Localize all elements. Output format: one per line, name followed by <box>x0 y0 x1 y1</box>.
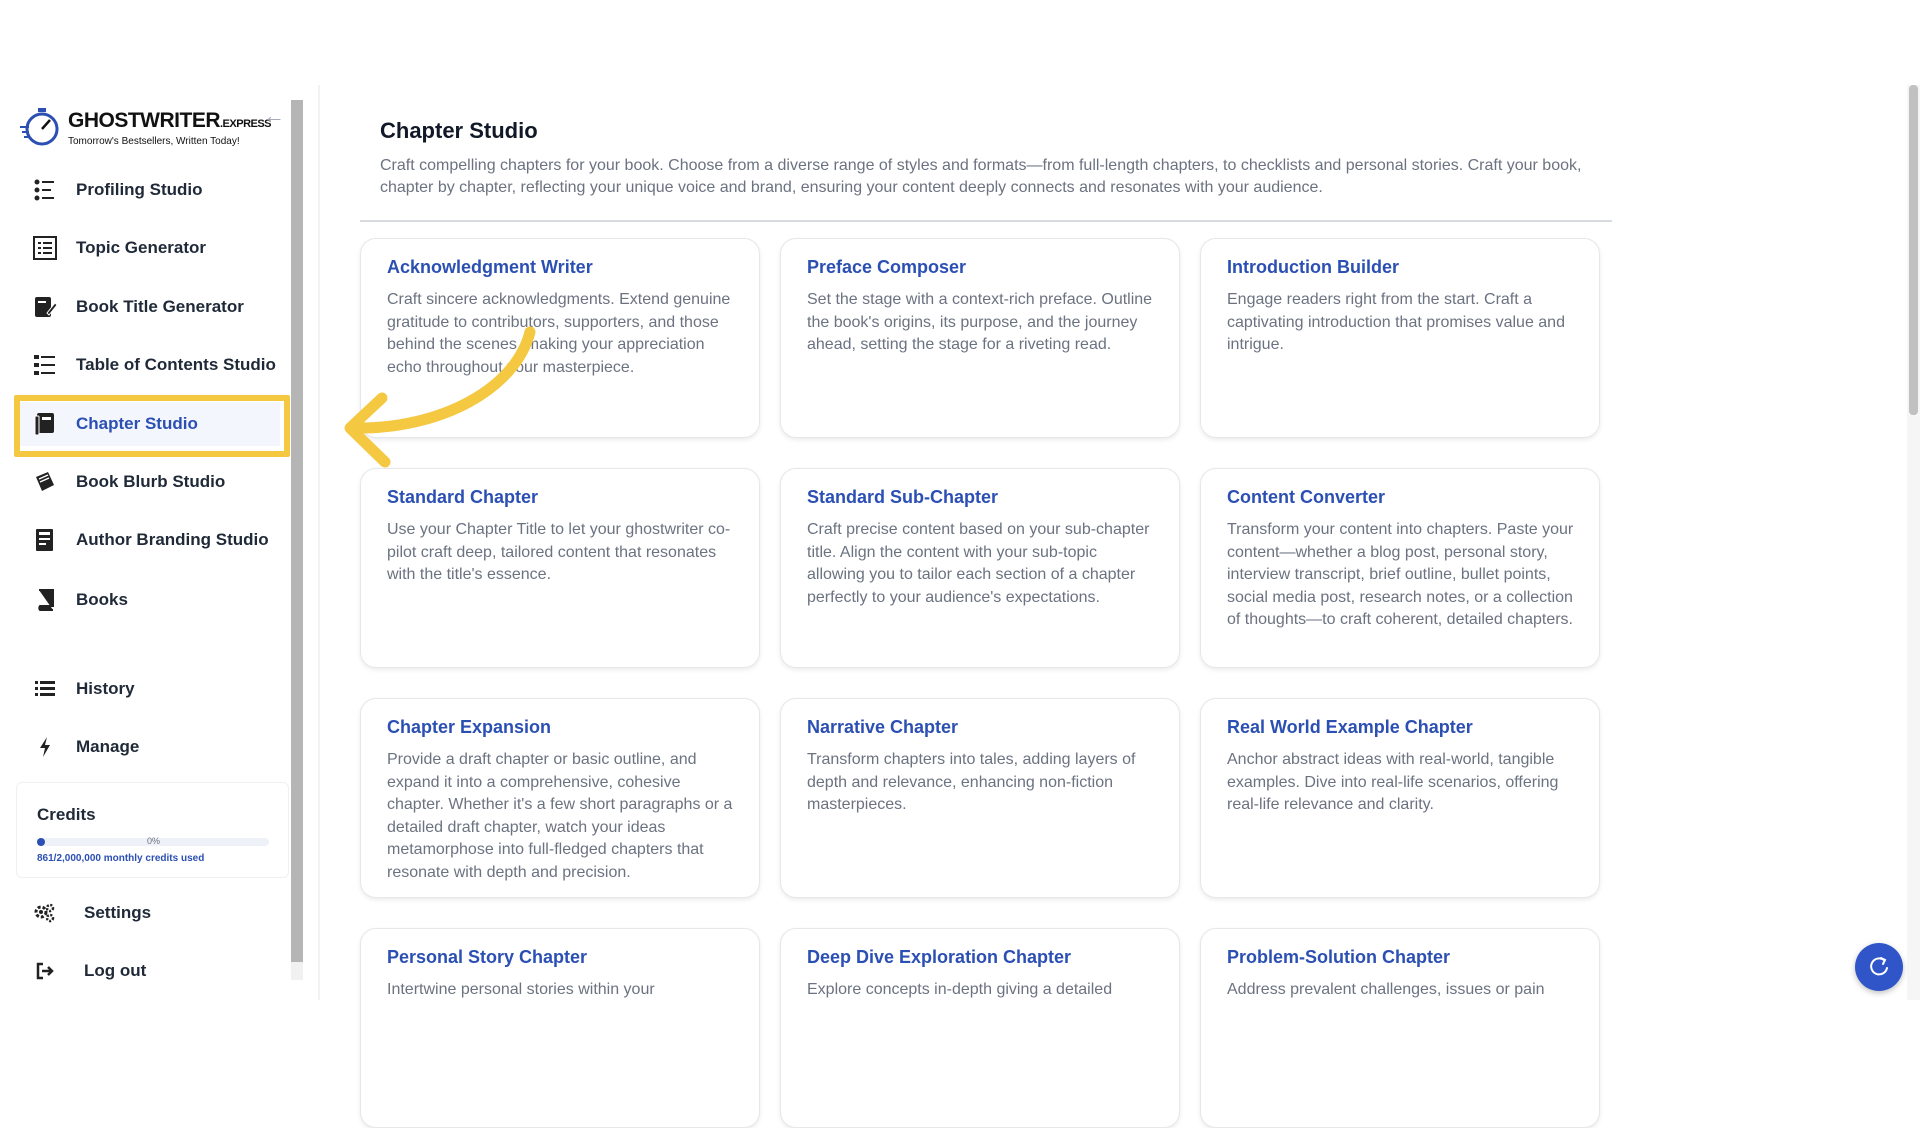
card-description: Transform chapters into tales, adding la… <box>807 751 1136 813</box>
sidebar-item-label: Manage <box>76 737 140 756</box>
sidebar-item-topic-generator[interactable]: Topic Generator <box>20 226 280 270</box>
sidebar-item-log-out[interactable]: Log out <box>20 949 280 993</box>
card-description: Engage readers right from the start. Cra… <box>1227 291 1565 353</box>
topic-icon <box>30 235 60 261</box>
credits-progress-fill <box>37 838 45 846</box>
sidebar-item-label: Log out <box>84 961 147 980</box>
card-description: Provide a draft chapter or basic outline… <box>387 751 733 881</box>
sidebar-item-label: Settings <box>84 903 152 922</box>
sidebar-scrollbar-thumb[interactable] <box>291 100 303 962</box>
main-scrollbar-thumb[interactable] <box>1909 85 1918 415</box>
sidebar-scrollbar[interactable] <box>291 100 303 980</box>
card-title: Real World Example Chapter <box>1227 717 1473 737</box>
sidebar-item-label: Author Branding Studio <box>76 530 269 549</box>
sidebar-item-profiling-studio[interactable]: Profiling Studio <box>20 168 280 212</box>
brand-tagline: Tomorrow's Bestsellers, Written Today! <box>68 136 240 147</box>
card-title: Narrative Chapter <box>807 717 959 737</box>
sidebar-item-books[interactable]: Books <box>20 578 280 622</box>
sidebar-item-table-of-contents-studio[interactable]: Table of Contents Studio <box>20 343 280 387</box>
sidebar-item-label: Table of Contents Studio <box>76 355 276 374</box>
sidebar-item-label: Book Title Generator <box>76 297 244 316</box>
credits-card: Credits 0% 861/2,000,000 monthly credits… <box>16 782 289 878</box>
credits-used-text: 861/2,000,000 monthly credits used <box>37 853 205 864</box>
feature-card[interactable]: Problem-Solution Chapter Address prevalen… <box>1200 928 1600 1128</box>
brand-logo[interactable]: GHOSTWRITER.EXPRESS Tomorrow's Bestselle… <box>20 103 272 153</box>
page-description: Craft compelling chapters for your book.… <box>380 157 1582 196</box>
bolt-icon <box>30 734 60 760</box>
collapse-sidebar-button[interactable]: ← <box>262 104 286 128</box>
card-description: Explore concepts in-depth giving a detai… <box>807 981 1113 998</box>
sidebar-item-label: Topic Generator <box>76 238 207 257</box>
feature-card[interactable]: Standard Chapter Use your Chapter Title t… <box>360 468 760 668</box>
feature-card[interactable]: Content Converter Transform your content … <box>1200 468 1600 668</box>
sidebar-item-label: Chapter Studio <box>76 414 198 433</box>
list-icon <box>30 676 60 702</box>
sidebar-item-chapter-studio[interactable]: Chapter Studio <box>20 402 280 446</box>
card-title: Chapter Expansion <box>387 717 552 737</box>
sidebar-item-author-branding-studio[interactable]: Author Branding Studio <box>20 518 280 562</box>
card-title: Standard Chapter <box>387 487 539 507</box>
sidebar-item-manage[interactable]: Manage <box>20 725 280 769</box>
card-description: Craft sincere acknowledgments. Extend ge… <box>387 291 731 376</box>
card-description: Address prevalent challenges, issues or … <box>1227 981 1545 998</box>
page-divider <box>360 220 1612 222</box>
sidebar-item-book-blurb-studio[interactable]: Book Blurb Studio <box>20 460 280 504</box>
card-title: Acknowledgment Writer <box>387 257 593 277</box>
card-description: Craft precise content based on your sub-… <box>807 521 1150 606</box>
sidebar-item-label: History <box>76 679 135 698</box>
card-description: Use your Chapter Title to let your ghost… <box>387 521 731 583</box>
feature-card[interactable]: Narrative Chapter Transform chapters into… <box>780 698 1180 898</box>
books-icon <box>30 587 60 613</box>
card-description: Transform your content into chapters. Pa… <box>1227 521 1574 628</box>
chapter-icon <box>30 411 60 437</box>
page-title: Chapter Studio <box>380 118 538 143</box>
arrow-left-icon: ← <box>263 103 285 128</box>
feature-card[interactable]: Chapter Expansion Provide a draft chapter… <box>360 698 760 898</box>
blurb-icon <box>30 469 60 495</box>
credits-title: Credits <box>37 805 96 824</box>
card-title: Preface Composer <box>807 257 967 277</box>
sidebar-item-history[interactable]: History <box>20 667 280 711</box>
logout-icon <box>30 958 60 984</box>
card-title: Problem-Solution Chapter <box>1227 947 1451 967</box>
card-description: Anchor abstract ideas with real-world, t… <box>1227 751 1559 813</box>
feature-card[interactable]: Introduction Builder Engage readers right… <box>1200 238 1600 438</box>
credits-percent: 0% <box>147 836 161 846</box>
card-title: Standard Sub-Chapter <box>807 487 999 507</box>
sidebar-item-book-title-generator[interactable]: Book Title Generator <box>20 285 280 329</box>
card-title: Deep Dive Exploration Chapter <box>807 947 1072 967</box>
card-description: Intertwine personal stories within your <box>387 981 655 998</box>
card-title: Content Converter <box>1227 487 1386 507</box>
card-title: Personal Story Chapter <box>387 947 588 967</box>
refresh-icon <box>1870 957 1888 976</box>
feature-card[interactable]: Standard Sub-Chapter Craft precise conten… <box>780 468 1180 668</box>
sidebar-item-settings[interactable]: Settings <box>20 891 280 935</box>
feature-card[interactable]: Deep Dive Exploration Chapter Explore con… <box>780 928 1180 1128</box>
sidebar-item-label: Book Blurb Studio <box>76 472 226 491</box>
stopwatch-logo-icon <box>20 108 59 146</box>
feature-card[interactable]: Preface Composer Set the stage with a con… <box>780 238 1180 438</box>
feature-card[interactable]: Acknowledgment Writer Craft sincere ackno… <box>360 238 760 438</box>
feature-card[interactable]: Personal Story Chapter Intertwine persona… <box>360 928 760 1128</box>
toc-icon <box>30 352 60 378</box>
brand-name-text: GHOSTWRITER <box>68 109 221 132</box>
feature-card[interactable]: Real World Example Chapter Anchor abstrac… <box>1200 698 1600 898</box>
sidebar-item-label: Profiling Studio <box>76 180 203 199</box>
main-scrollbar[interactable] <box>1907 85 1920 1000</box>
card-title: Introduction Builder <box>1227 257 1399 277</box>
support-chat-button[interactable] <box>1855 943 1903 991</box>
profiling-icon <box>30 177 60 203</box>
card-description: Set the stage with a context-rich prefac… <box>807 291 1153 353</box>
sidebar-item-label: Books <box>76 590 128 609</box>
book-title-icon <box>30 294 60 320</box>
gears-icon <box>30 900 60 926</box>
branding-icon <box>30 527 60 553</box>
brand-name: GHOSTWRITER.EXPRESS <box>68 109 272 133</box>
